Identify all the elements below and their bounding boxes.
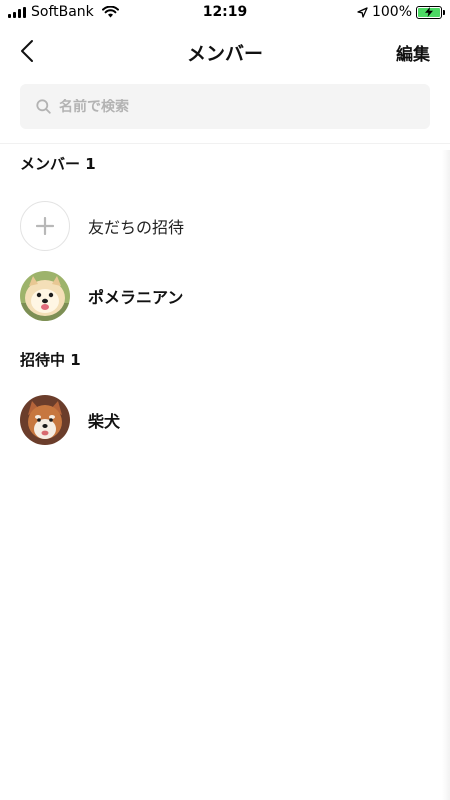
invited-section-title: 招待中 1 bbox=[20, 351, 81, 369]
search-icon bbox=[36, 99, 51, 114]
member-name: ポメラニアン bbox=[88, 288, 184, 307]
status-bar: SoftBank 12:19 100% bbox=[0, 0, 450, 26]
battery-icon bbox=[416, 5, 445, 19]
invite-circle bbox=[20, 201, 70, 251]
member-row[interactable]: ポメラニアン bbox=[0, 266, 450, 326]
search-box[interactable] bbox=[20, 84, 430, 129]
battery-percent: 100% bbox=[371, 4, 412, 20]
members-section-title: メンバー 1 bbox=[20, 155, 96, 173]
members-screen: SoftBank 12:19 100% メンバー 編集 名前で検索 メンバー 1… bbox=[0, 0, 450, 800]
edge-shadow bbox=[442, 150, 450, 800]
invite-friends-label: 友だちの招待 bbox=[88, 218, 185, 237]
pomeranian-avatar bbox=[20, 271, 70, 321]
invited-member-name: 柴犬 bbox=[88, 412, 121, 431]
invite-friends-row[interactable]: 友だちの招待 bbox=[0, 196, 450, 256]
status-right: 100% bbox=[357, 4, 445, 20]
edit-button[interactable]: 編集 bbox=[396, 40, 430, 65]
divider bbox=[0, 143, 450, 144]
location-arrow-icon bbox=[357, 6, 368, 18]
invited-member-row[interactable]: 柴犬 bbox=[0, 390, 450, 450]
charging-bolt-icon bbox=[425, 7, 433, 17]
navigation-header: メンバー 編集 bbox=[0, 26, 450, 76]
page-title: メンバー bbox=[186, 43, 263, 65]
plus-icon bbox=[36, 217, 54, 235]
search-input[interactable] bbox=[59, 98, 399, 115]
shiba-avatar bbox=[20, 395, 70, 445]
